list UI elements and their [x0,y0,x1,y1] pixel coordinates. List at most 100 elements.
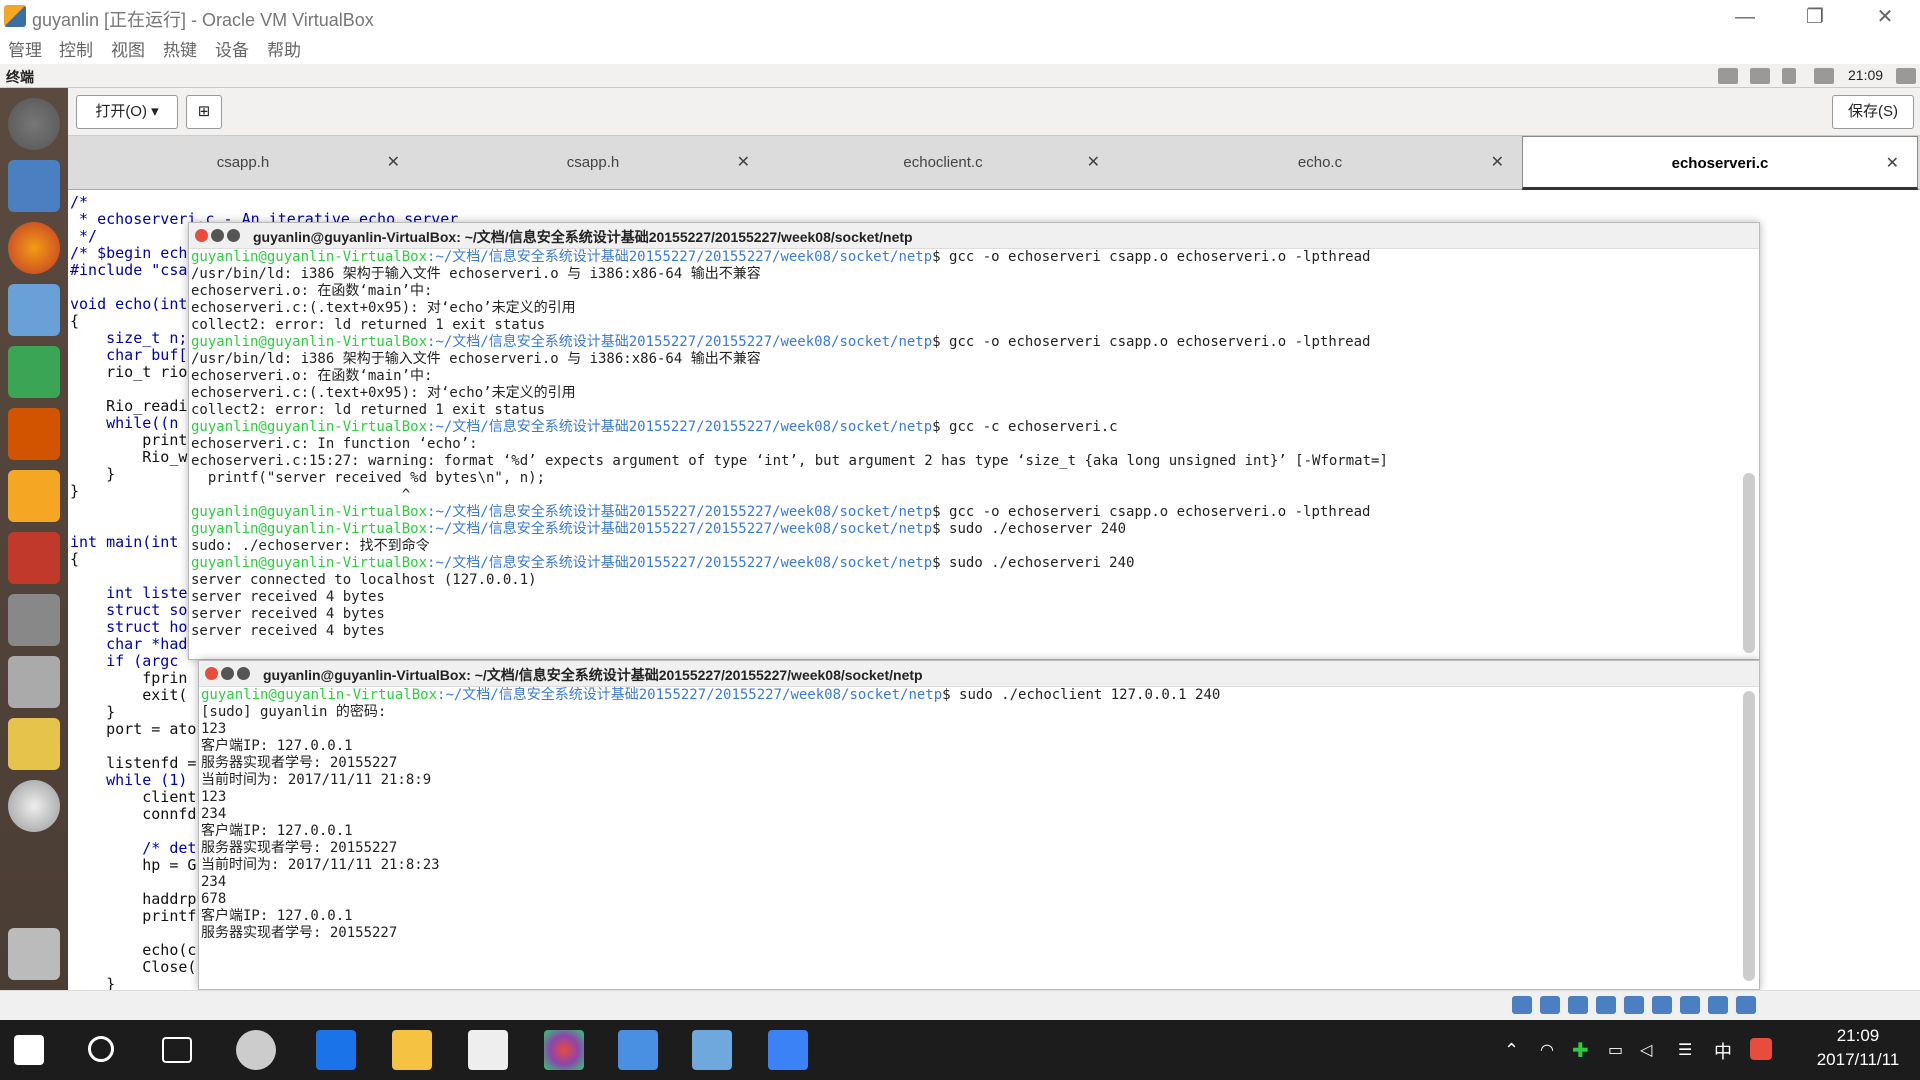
trash-icon[interactable] [8,928,60,980]
terminal-minimize-icon[interactable] [211,229,224,242]
tab-csapp-h-1[interactable]: csapp.h ✕ [68,136,418,190]
terminal-line: echoserveri.o: 在函数‘main’中: [191,368,433,384]
impress-icon[interactable] [8,408,60,460]
terminal-close-icon[interactable] [195,229,208,242]
restore-button[interactable]: ❐ [1790,0,1840,34]
text-editor-icon[interactable] [8,718,60,770]
file-explorer-icon[interactable] [392,1030,432,1070]
disk-icon[interactable] [1512,996,1532,1014]
store-icon[interactable] [468,1030,508,1070]
ime-indicator[interactable]: 中 [1714,1038,1732,1064]
taskbar-time[interactable]: 21:09 [1818,1026,1898,1046]
ubuntu-dash-icon[interactable] [8,98,60,150]
menu-item-devices[interactable]: 设备 [215,36,249,61]
notification-icon[interactable]: ☰ [1678,1040,1692,1060]
terminal-line: [sudo] guyanlin 的密码: [201,704,387,720]
feishu-icon[interactable] [618,1030,658,1070]
terminal-line: guyanlin@guyanlin-VirtualBox:~/文档/信息安全系统… [191,521,1127,537]
close-button[interactable]: ✕ [1860,0,1910,34]
menu-item-help[interactable]: 帮助 [267,36,301,61]
firefox-icon[interactable] [8,222,60,274]
tab-close-icon[interactable]: ✕ [1087,152,1100,172]
search-icon[interactable] [88,1036,114,1062]
tab-echo-c[interactable]: echo.c ✕ [1118,136,1522,190]
battery-icon[interactable] [1782,68,1796,84]
volume-taskbar-icon[interactable]: ◁ [1640,1040,1652,1060]
terminal-window-client[interactable]: guyanlin@guyanlin-VirtualBox: ~/文档/信息安全系… [198,660,1760,990]
terminal-maximize-icon[interactable] [237,667,250,680]
network-icon[interactable] [1750,68,1770,84]
terminal-line: /usr/bin/ld: i386 架构于输入文件 echoserveri.o … [191,266,761,282]
new-document-icon[interactable]: ⊞ [186,95,222,129]
settings-icon[interactable] [8,532,60,584]
terminal-line: echoserveri.c:(.text+0x95): 对‘echo’未定义的引… [191,300,576,316]
terminal-line: guyanlin@guyanlin-VirtualBox:~/文档/信息安全系统… [191,334,1371,350]
network-adapter-icon[interactable] [1596,996,1616,1014]
terminal-line: guyanlin@guyanlin-VirtualBox:~/文档/信息安全系统… [191,249,1371,265]
terminal-scrollbar[interactable] [1743,473,1755,653]
code-line: char buf[ [70,346,188,364]
mouse-integration-icon[interactable] [1736,996,1756,1014]
tab-close-icon[interactable]: ✕ [1491,152,1504,172]
tab-echoclient-c[interactable]: echoclient.c ✕ [768,136,1118,190]
tab-close-icon[interactable]: ✕ [387,152,400,172]
volume-icon[interactable] [1814,68,1834,84]
keyboard-icon[interactable] [1718,68,1738,84]
wifi-icon[interactable]: ◠ [1540,1040,1554,1060]
terminal-output: guyanlin@guyanlin-VirtualBox:~/文档/信息安全系统… [191,249,1388,640]
recording-icon[interactable] [1708,996,1728,1014]
minimize-button[interactable]: — [1720,0,1770,34]
task-view-icon[interactable] [162,1037,192,1063]
menu-item-hotkey[interactable]: 热键 [163,36,197,61]
files-icon[interactable] [8,160,60,212]
windows-start-icon[interactable] [14,1035,44,1065]
tab-close-icon[interactable]: ✕ [737,152,750,172]
writer-icon[interactable] [8,284,60,336]
audio-icon[interactable] [1568,996,1588,1014]
amazon-icon[interactable] [8,470,60,522]
save-button[interactable]: 保存(S) [1832,95,1914,129]
code-line: struct so [70,601,188,619]
sogou-icon[interactable] [1750,1038,1772,1060]
menu-item-control[interactable]: 控制 [59,36,93,61]
app-pinned-icon[interactable] [236,1030,276,1070]
virtualbox-taskbar-icon[interactable] [692,1030,732,1070]
edge-icon[interactable] [316,1030,356,1070]
color-app-icon[interactable] [544,1030,584,1070]
optical-drive-icon[interactable] [1540,996,1560,1014]
menu-item-manage[interactable]: 管理 [8,36,42,61]
terminal-line: guyanlin@guyanlin-VirtualBox:~/文档/信息安全系统… [191,504,1371,520]
display-icon[interactable] [1680,996,1700,1014]
terminal-line: /usr/bin/ld: i386 架构于输入文件 echoserveri.o … [191,351,761,367]
tab-echoserveri-c[interactable]: echoserveri.c ✕ [1522,136,1918,190]
open-button[interactable]: 打开(O) ▾ [76,95,178,129]
battery-taskbar-icon[interactable]: ▭ [1608,1040,1623,1060]
tab-close-icon[interactable]: ✕ [1886,153,1899,173]
terminal-close-icon[interactable] [205,667,218,680]
code-line: size_t n; [70,329,188,347]
taskbar-date[interactable]: 2017/11/11 [1800,1050,1916,1070]
terminal-line: collect2: error: ld returned 1 exit stat… [191,317,546,333]
menu-item-view[interactable]: 视图 [111,36,145,61]
window-title: guyanlin [正在运行] - Oracle VM VirtualBox [32,10,374,30]
terminal-line: 服务器实现者学号: 20155227 [201,840,398,856]
panel-clock[interactable]: 21:09 [1848,67,1883,83]
disc-icon[interactable] [8,780,60,832]
calc-icon[interactable] [8,346,60,398]
code-line: while((n [70,414,179,432]
notes-icon[interactable] [768,1030,808,1070]
tab-csapp-h-2[interactable]: csapp.h ✕ [418,136,768,190]
usb-icon[interactable] [1624,996,1644,1014]
power-icon[interactable] [1896,68,1916,84]
show-hidden-icons-icon[interactable]: ⌃ [1504,1040,1519,1061]
terminal-minimize-icon[interactable] [221,667,234,680]
terminal-window-server[interactable]: guyanlin@guyanlin-VirtualBox: ~/文档/信息安全系… [188,222,1760,660]
terminal-scrollbar[interactable] [1743,691,1755,981]
shared-folder-icon[interactable] [1652,996,1672,1014]
printer-icon[interactable] [8,656,60,708]
terminal-line: 客户端IP: 127.0.0.1 [201,823,353,839]
terminal-maximize-icon[interactable] [227,229,240,242]
terminal-line: 123 [201,789,227,805]
help-icon[interactable] [8,594,60,646]
security-icon[interactable]: ✚ [1572,1038,1589,1063]
